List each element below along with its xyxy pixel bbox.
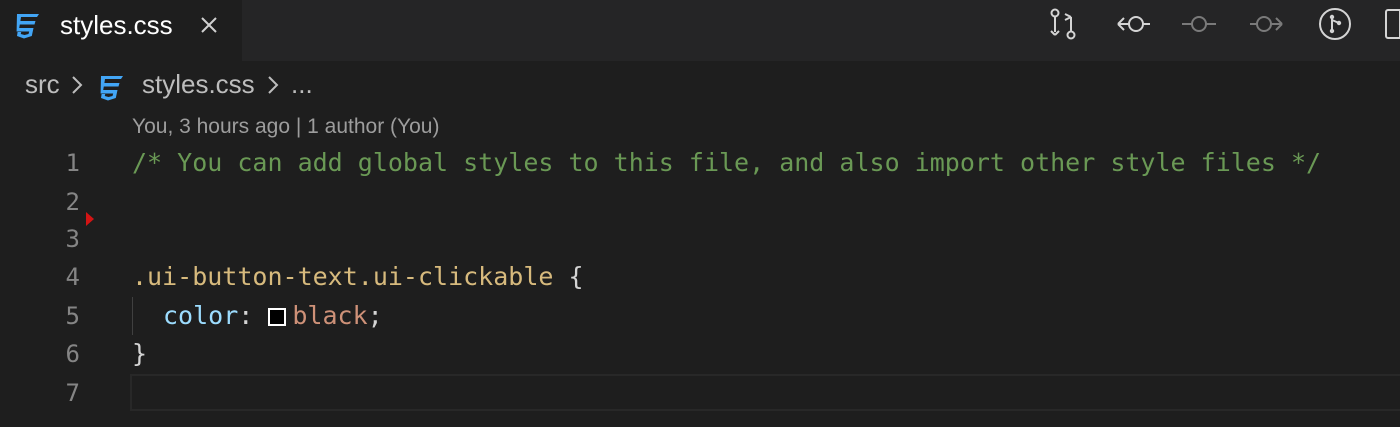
codelens-blame[interactable]: You, 3 hours ago | 1 author (You) [132, 114, 439, 140]
chevron-right-icon [72, 76, 83, 94]
code-line[interactable]: 2 [0, 183, 1400, 221]
code-content: color: black; [163, 297, 383, 335]
code-line[interactable]: 6 } [0, 335, 1400, 373]
css-semicolon: ; [367, 301, 383, 330]
code-line[interactable]: 4 .ui-button-text.ui-clickable { [0, 258, 1400, 296]
css3-file-icon [100, 76, 123, 101]
css-comment: /* You can add global styles to this fil… [132, 148, 1322, 177]
css-value: black [292, 301, 368, 330]
code-line[interactable]: 1 /* You can add global styles to this f… [0, 144, 1400, 182]
line-number: 6 [65, 340, 80, 368]
line-number: 3 [65, 225, 80, 253]
code-line[interactable]: 3 [0, 220, 1400, 258]
close-icon[interactable] [198, 12, 220, 38]
line-number: 7 [65, 379, 80, 407]
tab-label: styles.css [60, 10, 173, 40]
breadcrumb-more[interactable]: ... [291, 69, 313, 99]
line-number: 4 [65, 263, 80, 291]
breadcrumb: src styles.css ... [0, 61, 1400, 109]
open-brace: { [553, 262, 584, 291]
chevron-right-icon [268, 76, 279, 94]
code-content: .ui-button-text.ui-clickable { [132, 258, 584, 296]
code-line[interactable]: 5 color: black; [0, 297, 1400, 335]
css-selector: .ui-button-text.ui-clickable [132, 262, 554, 291]
indent-guide [132, 297, 133, 335]
editor-window: styles.css src styles.css ... You, 3 hou… [0, 0, 1400, 427]
code-line[interactable]: 7 [0, 374, 1400, 412]
source-control-icon[interactable] [1316, 6, 1354, 42]
code-content: /* You can add global styles to this fil… [132, 144, 1321, 182]
code-content: } [132, 335, 147, 373]
previous-change-icon[interactable] [1114, 6, 1152, 42]
line-number: 2 [65, 188, 80, 216]
deleted-lines-marker[interactable] [86, 212, 94, 226]
commit-icon[interactable] [1180, 6, 1218, 42]
tab-styles-css[interactable]: styles.css [0, 0, 242, 61]
line-number: 5 [65, 302, 80, 330]
css3-file-icon [16, 14, 39, 39]
breadcrumb-file[interactable]: styles.css [142, 69, 255, 99]
close-brace: } [132, 339, 148, 368]
css-property: color [163, 301, 239, 330]
open-changes-icon[interactable] [1044, 6, 1082, 42]
color-swatch[interactable] [268, 308, 287, 326]
tab-bar: styles.css [0, 0, 1400, 61]
breadcrumb-folder[interactable]: src [25, 69, 60, 99]
line-number: 1 [65, 149, 80, 177]
split-editor-icon[interactable] [1382, 6, 1400, 42]
next-change-icon[interactable] [1248, 6, 1286, 42]
css-colon: : [238, 301, 269, 330]
